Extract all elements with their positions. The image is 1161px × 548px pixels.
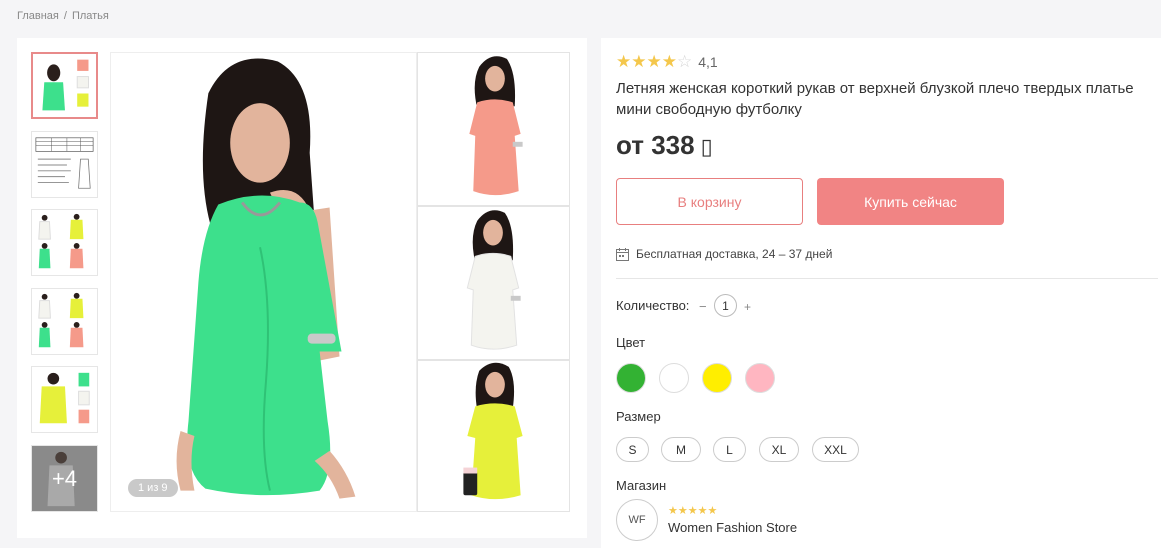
product-gallery: +4 1 из 9 — [17, 38, 587, 538]
shop-label: Магазин — [616, 478, 667, 493]
calendar-icon — [616, 247, 629, 261]
rating-value: 4,1 — [698, 54, 718, 70]
product-price: от 338 ▯ — [616, 130, 713, 161]
more-photos-count: +4 — [51, 465, 78, 491]
divider — [616, 278, 1158, 279]
quantity-label: Количество: — [616, 298, 690, 313]
side-photo-white[interactable] — [417, 206, 570, 360]
thumbnail-1[interactable] — [31, 52, 98, 119]
color-swatch-pink[interactable] — [745, 363, 775, 393]
photo-counter: 1 из 9 — [128, 479, 178, 497]
breadcrumb-separator: / — [63, 10, 67, 22]
color-label: Цвет — [616, 335, 646, 350]
thumbnail-5[interactable] — [31, 366, 98, 433]
product-info-panel: ★★★★☆ 4,1 Летняя женская короткий рукав … — [601, 38, 1161, 548]
quantity-plus-button[interactable]: + — [744, 300, 751, 314]
quantity-value[interactable]: 1 — [714, 294, 737, 317]
buy-now-button[interactable]: Купить сейчас — [817, 178, 1004, 225]
product-title: Летняя женская короткий рукав от верхней… — [616, 80, 1134, 118]
color-swatch-yellow[interactable] — [702, 363, 732, 393]
rating-stars-icon: ★★★★☆ — [616, 52, 693, 71]
delivery-text: Бесплатная доставка, 24 – 37 дней — [636, 247, 833, 261]
color-swatch-green[interactable] — [616, 363, 646, 393]
shop-name[interactable]: Women Fashion Store — [668, 520, 797, 535]
thumbnail-more[interactable]: +4 — [31, 445, 98, 512]
breadcrumb-home[interactable]: Главная — [17, 10, 59, 22]
currency-icon: ▯ — [700, 134, 713, 159]
color-swatch-white[interactable] — [659, 363, 689, 393]
breadcrumb: Главная / Платья — [17, 10, 109, 22]
quantity-minus-button[interactable]: − — [699, 299, 707, 314]
thumbnail-3[interactable] — [31, 209, 98, 276]
delivery-info: Бесплатная доставка, 24 – 37 дней — [616, 247, 832, 261]
main-product-photo[interactable]: 1 из 9 — [110, 52, 417, 512]
side-photo-yellow[interactable] — [417, 360, 570, 512]
side-photo-pink[interactable] — [417, 52, 570, 206]
thumbnail-2[interactable] — [31, 131, 98, 198]
size-option-l[interactable]: L — [713, 437, 746, 462]
price-value: 338 — [651, 130, 695, 160]
shop-rating-stars-icon: ★★★★★ — [668, 505, 718, 517]
size-option-xl[interactable]: XL — [759, 437, 799, 462]
size-option-s[interactable]: S — [616, 437, 649, 462]
size-option-xxl[interactable]: XXL — [812, 437, 859, 462]
shop-logo[interactable]: WF — [616, 499, 658, 541]
add-to-cart-button[interactable]: В корзину — [616, 178, 803, 225]
size-label: Размер — [616, 409, 661, 424]
thumbnail-4[interactable] — [31, 288, 98, 355]
rating: ★★★★☆ 4,1 — [616, 52, 718, 72]
breadcrumb-category[interactable]: Платья — [72, 10, 109, 22]
size-option-m[interactable]: M — [661, 437, 701, 462]
price-prefix: от — [616, 130, 644, 160]
